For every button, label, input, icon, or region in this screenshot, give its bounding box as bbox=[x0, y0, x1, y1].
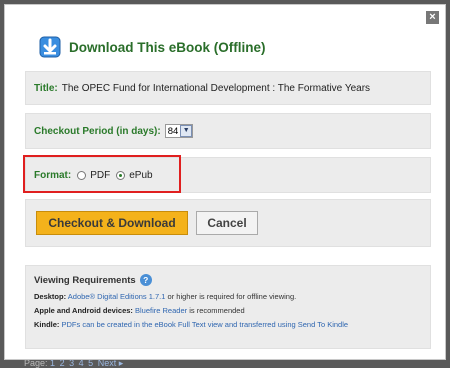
viewing-requirements-panel: Viewing Requirements ? Desktop: Adobe® D… bbox=[25, 265, 431, 349]
checkout-period-panel: Checkout Period (in days): 84 ▼ bbox=[25, 113, 431, 149]
download-arrow-icon bbox=[39, 36, 61, 58]
requirements-heading: Viewing Requirements bbox=[34, 274, 136, 286]
desktop-text: or higher is required for offline viewin… bbox=[165, 292, 297, 301]
cancel-button[interactable]: Cancel bbox=[196, 211, 258, 235]
format-panel: Format: PDF ePub bbox=[25, 157, 431, 193]
format-epub-label[interactable]: ePub bbox=[129, 170, 152, 181]
checkout-period-select[interactable]: 84 ▼ bbox=[164, 124, 194, 138]
book-title-label: Title: bbox=[34, 82, 58, 94]
chevron-down-icon: ▼ bbox=[180, 125, 193, 137]
format-epub-radio[interactable] bbox=[116, 170, 126, 180]
book-title-value: The OPEC Fund for International Developm… bbox=[61, 82, 371, 94]
close-button[interactable]: × bbox=[426, 11, 439, 24]
actions-panel: Checkout & Download Cancel bbox=[25, 199, 431, 247]
book-title-panel: Title: The OPEC Fund for International D… bbox=[25, 71, 431, 105]
dialog-title: Download This eBook (Offline) bbox=[69, 39, 266, 55]
checkout-download-button[interactable]: Checkout & Download bbox=[36, 211, 188, 235]
kindle-text: PDFs can be created in the eBook Full Te… bbox=[61, 320, 349, 329]
adobe-digital-editions-link[interactable]: Adobe® Digital Editions 1.7.1 bbox=[68, 292, 166, 301]
requirements-heading-row: Viewing Requirements ? bbox=[34, 274, 422, 286]
checkout-period-value: 84 bbox=[167, 125, 179, 137]
download-dialog: × Download This eBook (Offline) Title: T… bbox=[4, 4, 446, 360]
help-icon[interactable]: ? bbox=[139, 274, 152, 286]
requirement-kindle: Kindle: PDFs can be created in the eBook… bbox=[34, 320, 422, 329]
format-pdf-label[interactable]: PDF bbox=[90, 170, 110, 181]
format-pdf-radio[interactable] bbox=[77, 170, 87, 180]
mobile-label: Apple and Android devices: bbox=[34, 306, 133, 315]
format-label: Format: bbox=[34, 169, 72, 181]
requirement-desktop: Desktop: Adobe® Digital Editions 1.7.1 o… bbox=[34, 292, 422, 301]
dialog-header: Download This eBook (Offline) bbox=[39, 35, 266, 59]
requirement-mobile: Apple and Android devices: Bluefire Read… bbox=[34, 306, 422, 315]
desktop-label: Desktop: bbox=[34, 292, 67, 301]
bluefire-reader-link[interactable]: Bluefire Reader bbox=[135, 306, 187, 315]
kindle-label: Kindle: bbox=[34, 320, 60, 329]
mobile-text: is recommended bbox=[187, 306, 245, 315]
checkout-period-label: Checkout Period (in days): bbox=[34, 125, 161, 137]
